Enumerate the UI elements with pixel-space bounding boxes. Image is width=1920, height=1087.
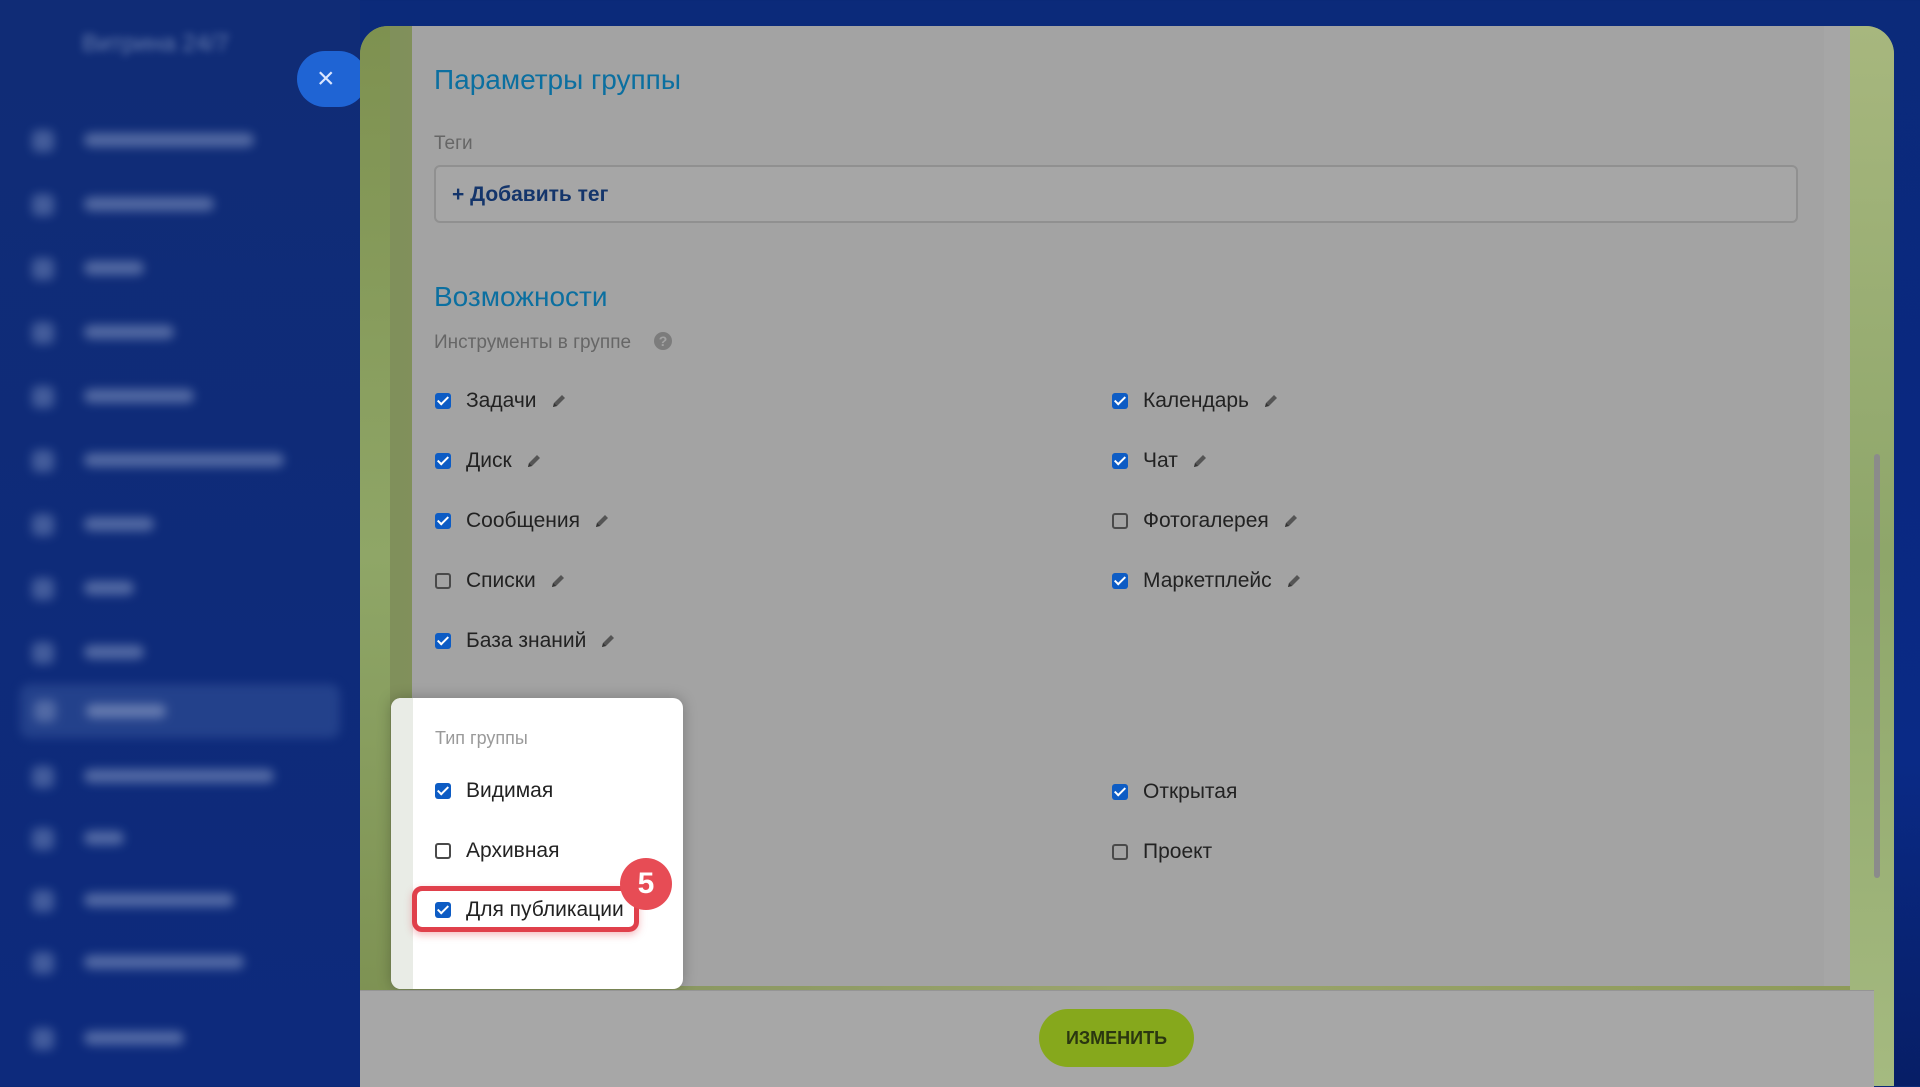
group-type-label: Видимая <box>466 779 554 802</box>
tool-checkbox[interactable] <box>1112 573 1128 589</box>
tool-label: База знаний <box>466 629 587 652</box>
tool-label: Чат <box>1143 449 1178 472</box>
pencil-icon[interactable] <box>551 393 567 409</box>
close-icon: × <box>317 62 335 95</box>
tool-label: Календарь <box>1143 389 1249 412</box>
tools-label: Инструменты в группе <box>434 332 632 353</box>
tool-option[interactable]: Календарь <box>1112 387 1279 415</box>
tool-option[interactable]: Сообщения <box>435 507 610 535</box>
sidebar-item[interactable] <box>32 124 332 158</box>
pencil-icon[interactable] <box>1286 573 1302 589</box>
features-title: Возможности <box>434 281 608 312</box>
group-type-option[interactable]: Видимая <box>435 777 553 805</box>
sidebar-item[interactable] <box>32 444 332 478</box>
pencil-icon[interactable] <box>1283 513 1299 529</box>
save-button[interactable]: ИЗМЕНИТЬ <box>1039 1009 1194 1067</box>
panel-background-left <box>360 26 390 1086</box>
group-type-option[interactable]: Открытая <box>1112 778 1237 806</box>
tags-field[interactable]: + Добавить тег <box>434 165 1798 223</box>
pencil-icon[interactable] <box>594 513 610 529</box>
tool-label: Маркетплейс <box>1143 569 1272 592</box>
group-type-label: Проект <box>1143 840 1213 863</box>
tool-checkbox[interactable] <box>435 573 451 589</box>
tool-checkbox[interactable] <box>1112 393 1128 409</box>
sidebar-item[interactable] <box>32 316 332 350</box>
group-type-label: Открытая <box>1143 780 1238 803</box>
group-params-title: Параметры группы <box>434 64 681 95</box>
tool-checkbox[interactable] <box>435 453 451 469</box>
tool-checkbox[interactable] <box>435 393 451 409</box>
tags-label: Теги <box>434 133 473 154</box>
tool-checkbox[interactable] <box>1112 453 1128 469</box>
close-button[interactable]: × <box>297 51 367 107</box>
group-type-option[interactable]: Проект <box>1112 838 1212 866</box>
sidebar-item[interactable] <box>32 252 332 286</box>
tool-option[interactable]: Диск <box>435 447 542 475</box>
tool-checkbox[interactable] <box>1112 513 1128 529</box>
pencil-icon[interactable] <box>1263 393 1279 409</box>
sidebar: Витрина 24/7 <box>0 0 360 1086</box>
scrollbar-track[interactable] <box>1824 26 1850 986</box>
sidebar-item[interactable] <box>32 572 332 606</box>
sidebar-item[interactable] <box>32 636 332 670</box>
help-icon[interactable]: ? <box>654 332 672 350</box>
tool-option[interactable]: Маркетплейс <box>1112 567 1302 595</box>
step-badge: 5 <box>620 858 672 910</box>
tool-option[interactable]: Задачи <box>435 387 567 415</box>
popup-strip <box>391 698 413 989</box>
tool-label: Диск <box>466 449 512 472</box>
group-type-checkbox[interactable] <box>1112 784 1128 800</box>
tool-label: Фотогалерея <box>1143 509 1269 532</box>
tool-option[interactable]: Списки <box>435 567 566 595</box>
group-type-label: Архивная <box>466 839 560 862</box>
group-type-checkbox[interactable] <box>435 783 451 799</box>
sidebar-title: Витрина 24/7 <box>82 30 230 57</box>
group-type-title: Тип группы <box>435 728 528 748</box>
sidebar-item[interactable] <box>32 380 332 414</box>
tool-label: Сообщения <box>466 509 580 532</box>
sidebar-item[interactable] <box>32 822 332 856</box>
pencil-icon[interactable] <box>550 573 566 589</box>
group-type-checkbox[interactable] <box>435 843 451 859</box>
pencil-icon[interactable] <box>526 453 542 469</box>
tool-label: Списки <box>466 569 536 592</box>
scrollbar-thumb[interactable] <box>1874 454 1880 878</box>
sidebar-item[interactable] <box>32 760 332 794</box>
sidebar-item[interactable] <box>32 946 332 980</box>
group-type-checkbox[interactable] <box>1112 844 1128 860</box>
tool-option[interactable]: База знаний <box>435 627 616 655</box>
add-tag-link[interactable]: + Добавить тег <box>452 183 608 207</box>
pencil-icon[interactable] <box>600 633 616 649</box>
sidebar-item-active[interactable] <box>20 684 340 738</box>
sidebar-item[interactable] <box>32 508 332 542</box>
tool-label: Задачи <box>466 389 537 412</box>
panel-background-right <box>1850 26 1894 1086</box>
pencil-icon[interactable] <box>1192 453 1208 469</box>
tool-option[interactable]: Чат <box>1112 447 1208 475</box>
group-type-option[interactable]: Архивная <box>435 837 560 865</box>
tool-option[interactable]: Фотогалерея <box>1112 507 1299 535</box>
tool-checkbox[interactable] <box>435 513 451 529</box>
tool-checkbox[interactable] <box>435 633 451 649</box>
sidebar-item[interactable] <box>32 884 332 918</box>
sidebar-item[interactable] <box>32 1022 332 1056</box>
highlight-frame <box>412 886 639 932</box>
sidebar-item[interactable] <box>32 188 332 222</box>
